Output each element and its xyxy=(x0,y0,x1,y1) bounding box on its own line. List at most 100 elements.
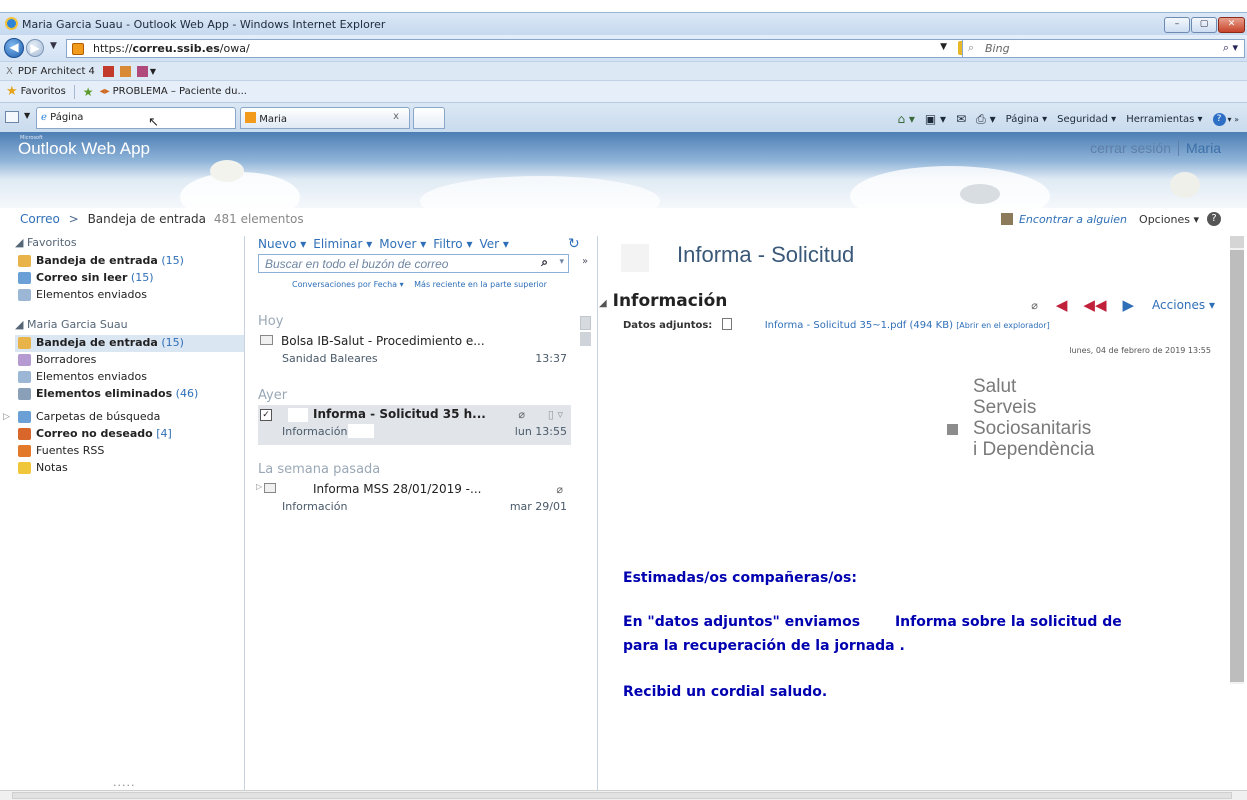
help-dropdown-icon[interactable]: ▾ » xyxy=(1228,115,1239,124)
add-favorite-icon[interactable]: ★ xyxy=(83,85,94,99)
scroll-thumb[interactable] xyxy=(1230,250,1244,682)
folder-search-folders[interactable]: ▷ Carpetas de búsqueda xyxy=(3,409,244,426)
new-button[interactable]: Nuevo ▾ xyxy=(258,237,306,251)
expand-icon[interactable]: ▷ xyxy=(3,409,10,425)
scroll-up-button[interactable] xyxy=(1230,236,1244,248)
favorites-label[interactable]: Favoritos xyxy=(21,86,66,97)
maximize-button[interactable]: ▢ xyxy=(1191,17,1217,33)
collapse-header-icon[interactable]: ◢ xyxy=(599,298,607,309)
home-icon[interactable]: ⌂ ▾ xyxy=(897,112,914,126)
filter-button[interactable]: Filtro ▾ xyxy=(433,237,472,251)
find-someone-link[interactable]: Encontrar a alguien xyxy=(1019,213,1127,226)
security-menu[interactable]: Seguridad ▾ xyxy=(1057,114,1116,125)
new-tab-button[interactable] xyxy=(413,107,445,129)
fav-unread[interactable]: Correo sin leer (15) xyxy=(15,270,244,287)
breadcrumb-root[interactable]: Correo xyxy=(20,212,60,226)
delete-button[interactable]: Eliminar ▾ xyxy=(313,237,372,251)
forward-button[interactable]: ▶ xyxy=(26,39,44,57)
sort-order-menu[interactable]: Más reciente en la parte superior xyxy=(414,280,547,289)
tab-maria[interactable]: Maria x xyxy=(240,107,410,129)
horizontal-scrollbar[interactable] xyxy=(0,790,1247,800)
open-in-browser-link[interactable]: [Abrir en el explorador] xyxy=(956,321,1050,330)
list-item-selected[interactable]: ✓ Informa - Solicitud 35 h... ⌀ ▯ ▿ Info… xyxy=(258,405,571,445)
folder-deleted[interactable]: Elementos eliminados (46) xyxy=(15,386,244,403)
favorites-divider xyxy=(73,84,75,99)
address-bar: ◀ ▶ ▼ https://correu.ssib.es/owa/ ▼ ↻ ✕ … xyxy=(0,35,1247,61)
reply-icon[interactable]: ◀ xyxy=(1056,296,1068,314)
mailbox-search-input[interactable]: Buscar en todo el buzón de correo ⌕ ▾ xyxy=(258,254,569,273)
list-scrollbar[interactable] xyxy=(580,316,591,796)
tab-close-button[interactable]: x xyxy=(393,111,399,122)
folder-junk[interactable]: Correo no deseado [4] xyxy=(15,426,244,443)
list-item[interactable]: Bolsa IB-Salut - Procedimiento e... Sani… xyxy=(258,332,571,377)
folder-rss[interactable]: Fuentes RSS xyxy=(15,443,244,460)
fav-sent[interactable]: Elementos enviados xyxy=(15,287,244,304)
pdf-convert-icon[interactable] xyxy=(119,65,131,77)
pdf-create-icon[interactable] xyxy=(102,65,114,77)
favorites-star-icon[interactable]: ★ xyxy=(6,84,18,99)
page-menu[interactable]: Página ▾ xyxy=(1006,114,1048,125)
tools-menu[interactable]: Herramientas ▾ xyxy=(1126,114,1202,125)
search-field[interactable]: ⌕ Bing ⌕ ▾ xyxy=(962,39,1245,58)
conversation-expand-icon[interactable]: ▷ xyxy=(256,482,262,491)
fav-inbox[interactable]: Bandeja de entrada (15) xyxy=(15,253,244,270)
owa-logo: Outlook Web App xyxy=(18,139,150,158)
flag-icon[interactable]: ▯ ▿ xyxy=(548,408,563,421)
tab-list-dropdown-icon[interactable]: ▼ xyxy=(24,111,30,120)
address-book-icon[interactable] xyxy=(1000,213,1013,225)
tab-pagina[interactable]: ℯ Página xyxy=(36,107,236,129)
folder-sent[interactable]: Elementos enviados xyxy=(15,369,244,386)
back-button[interactable]: ◀ xyxy=(4,38,24,58)
forward-icon[interactable]: ▶ xyxy=(1123,296,1135,314)
session-divider xyxy=(1177,140,1179,156)
mailbox-search-icon[interactable]: ⌕ xyxy=(541,255,548,270)
help-icon[interactable]: ? xyxy=(1212,112,1226,126)
actions-menu[interactable]: Acciones ▾ xyxy=(1152,298,1215,312)
minimize-button[interactable]: – xyxy=(1164,17,1190,33)
refresh-list-icon[interactable]: ↻ xyxy=(568,236,580,252)
tab-maria-label: Maria xyxy=(259,114,287,125)
list-scroll-up[interactable] xyxy=(580,316,591,330)
favorite-link[interactable]: PROBLEMA – Paciente du... xyxy=(113,86,247,97)
folder-label: Correo sin leer xyxy=(36,271,128,284)
account-section-header[interactable]: ◢ Maria Garcia Suau xyxy=(15,318,244,331)
owa-help-icon[interactable]: ? xyxy=(1207,212,1221,226)
print-icon[interactable]: ⎙ ▾ xyxy=(976,112,995,127)
sort-by-menu[interactable]: Conversaciones por Fecha ▾ xyxy=(292,280,404,289)
horizontal-scroll-thumb[interactable] xyxy=(12,792,1232,799)
folder-drafts[interactable]: Borradores xyxy=(15,352,244,369)
expand-search-icon[interactable]: » xyxy=(582,256,588,267)
user-name[interactable]: Maria xyxy=(1186,140,1221,156)
list-item[interactable]: ▷ Informa MSS 28/01/2019 -... ⌀ Informac… xyxy=(256,480,571,525)
search-options-icon[interactable]: ▾ xyxy=(559,256,564,267)
reading-scrollbar[interactable] xyxy=(1230,236,1244,684)
url-field[interactable]: https://correu.ssib.es/owa/ ▼ ↻ ✕ xyxy=(66,39,1056,58)
select-checkbox[interactable]: ✓ xyxy=(260,409,272,421)
favorites-section-header[interactable]: ◢ Favoritos xyxy=(15,236,244,249)
folder-inbox[interactable]: Bandeja de entrada (15) xyxy=(15,335,244,352)
body-greeting: Estimadas/os compañeras/os: xyxy=(623,570,857,586)
signout-link[interactable]: cerrar sesión xyxy=(1090,140,1171,156)
pdfbar-close-button[interactable]: X xyxy=(6,66,13,77)
move-button[interactable]: Mover ▾ xyxy=(379,237,426,251)
list-scroll-thumb[interactable] xyxy=(580,332,591,346)
options-menu[interactable]: Opciones ▾ xyxy=(1139,213,1199,226)
pane-resize-handle[interactable]: ..... xyxy=(113,776,135,789)
close-button[interactable]: ✕ xyxy=(1218,17,1245,33)
folder-label: Fuentes RSS xyxy=(36,444,105,457)
mail-icon[interactable]: ✉ xyxy=(956,112,966,126)
attachment-link[interactable]: Informa - Solicitud 35~1.pdf (494 KB) xyxy=(765,320,953,331)
search-go-icon[interactable]: ⌕ ▾ xyxy=(1223,41,1238,55)
quick-tabs-icon[interactable] xyxy=(5,111,19,123)
view-button[interactable]: Ver ▾ xyxy=(479,237,508,251)
sender-name[interactable]: Información xyxy=(613,291,728,311)
feeds-icon[interactable]: ▣ ▾ xyxy=(925,112,946,126)
folder-label: Notas xyxy=(36,461,68,474)
pdf-dropdown-icon[interactable]: ▼ xyxy=(150,67,156,76)
history-dropdown-icon[interactable]: ▼ xyxy=(50,41,57,51)
url-dropdown-icon[interactable]: ▼ xyxy=(940,42,947,52)
reply-all-icon[interactable]: ◀◀ xyxy=(1083,296,1106,314)
pdf-options-icon[interactable] xyxy=(136,65,148,77)
folder-notes[interactable]: Notas xyxy=(15,460,244,477)
site-favicon-icon xyxy=(72,43,84,55)
